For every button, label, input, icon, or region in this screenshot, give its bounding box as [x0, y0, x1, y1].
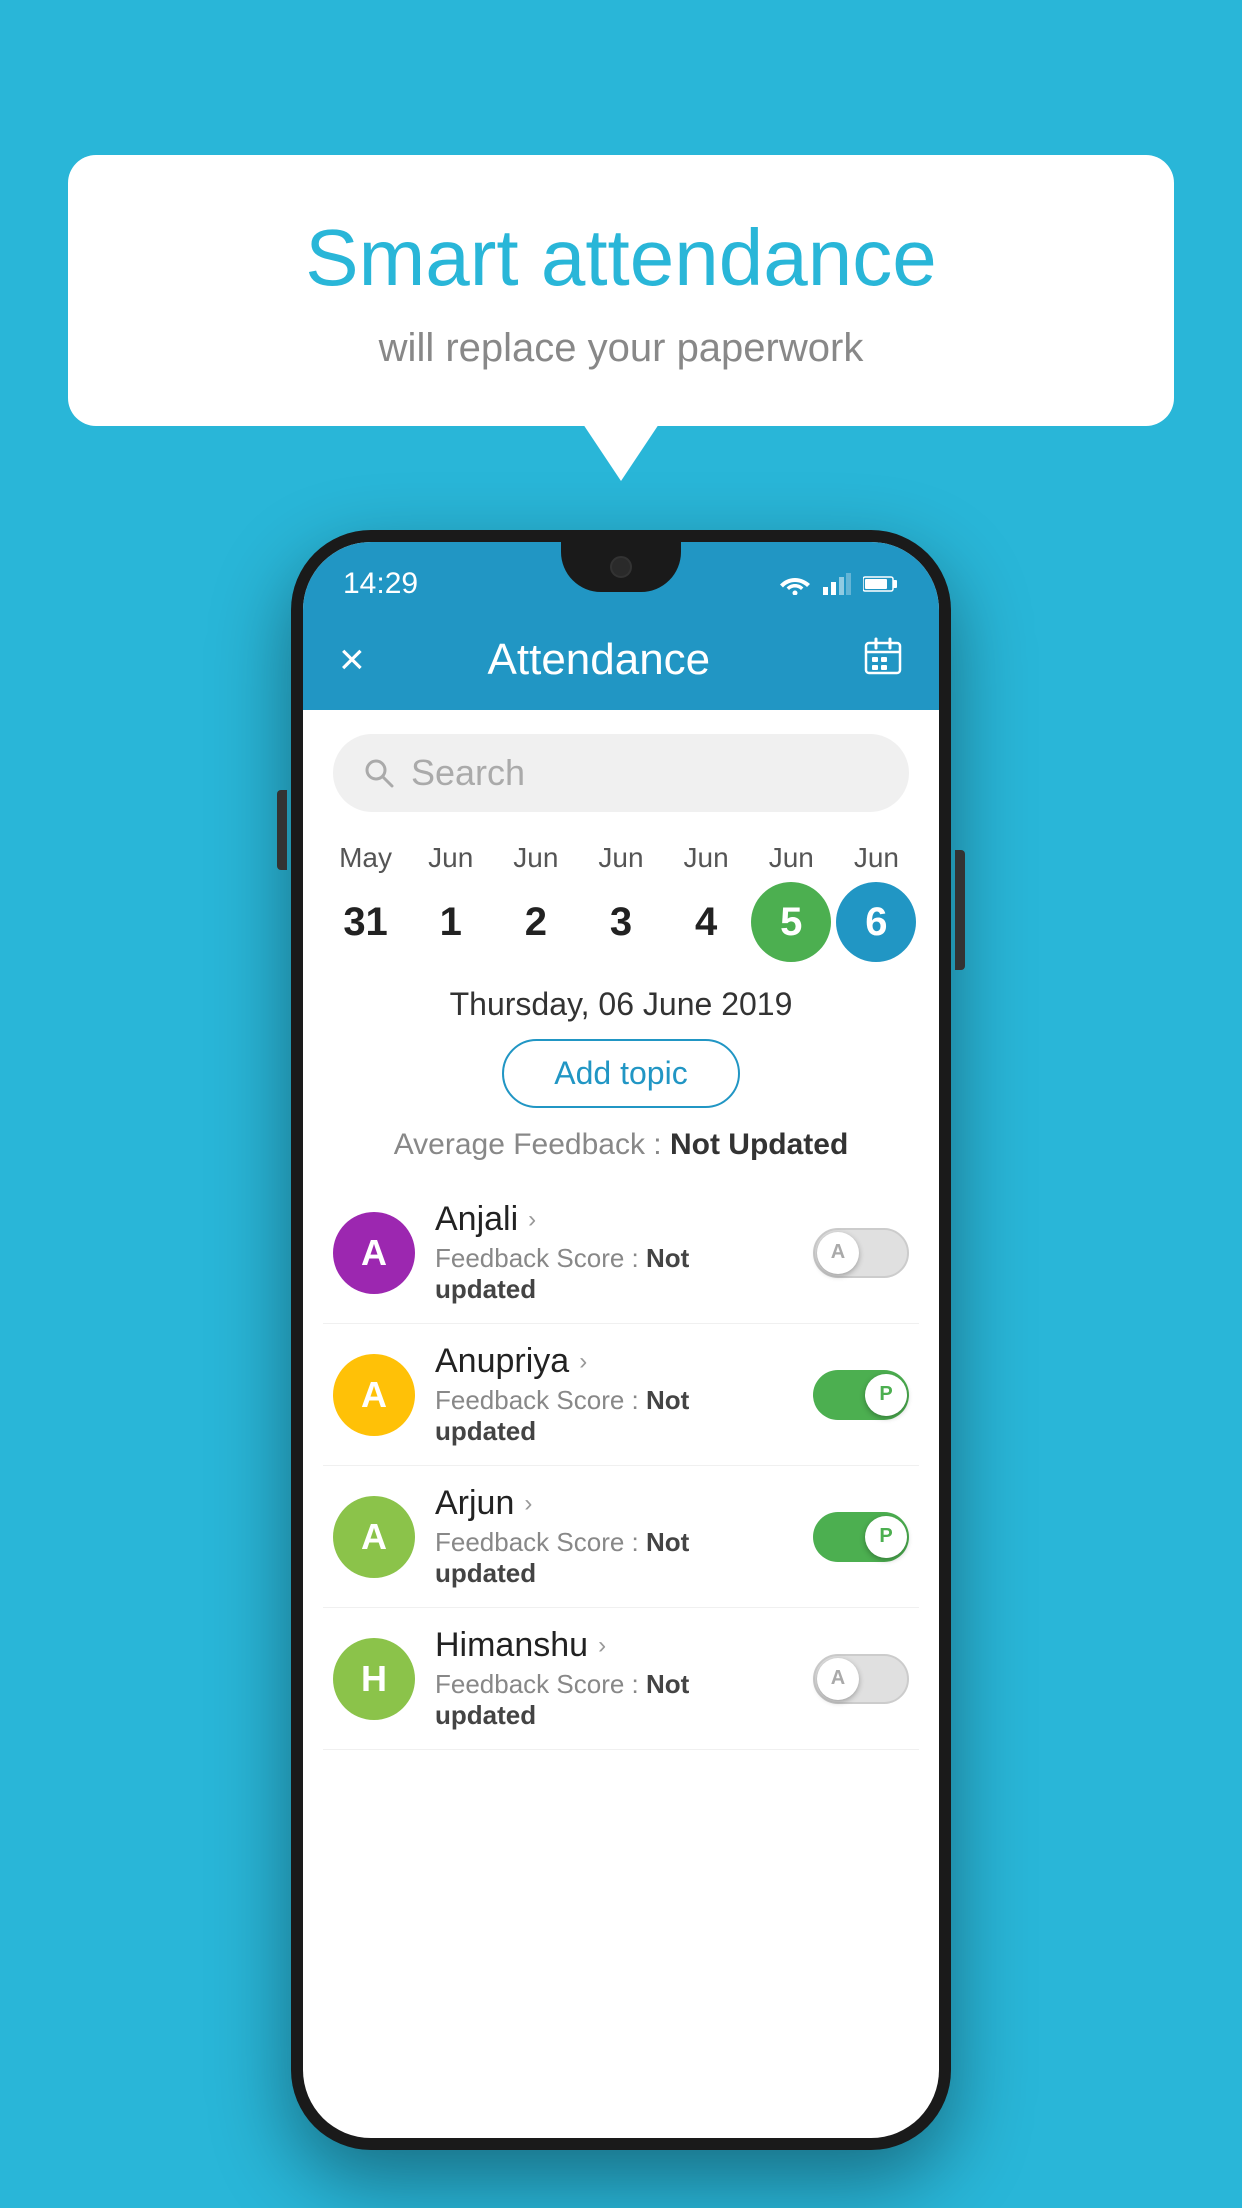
avatar-anjali: A [333, 1212, 415, 1294]
avg-feedback-label: Average Feedback : [394, 1128, 662, 1161]
date-5[interactable]: 5 [751, 882, 831, 962]
month-1: Jun [411, 842, 491, 874]
chevron-icon: › [528, 1206, 536, 1234]
calendar-row: May Jun Jun Jun Jun Jun Jun 31 1 2 3 4 5… [303, 832, 939, 962]
student-name-anjali[interactable]: Anjali › [435, 1200, 793, 1239]
toggle-thumb-himanshu: A [817, 1658, 859, 1700]
chevron-icon: › [524, 1490, 532, 1518]
avg-feedback: Average Feedback : Not Updated [303, 1128, 939, 1162]
month-5: Jun [751, 842, 831, 874]
student-info-anupriya: Anupriya › Feedback Score : Not updated [435, 1342, 793, 1447]
student-name-anupriya[interactable]: Anupriya › [435, 1342, 793, 1381]
student-item-himanshu: H Himanshu › Feedback Score : Not update… [323, 1608, 919, 1750]
selected-date-label: Thursday, 06 June 2019 [303, 986, 939, 1023]
battery-icon [863, 575, 899, 593]
student-list: A Anjali › Feedback Score : Not updated … [303, 1182, 939, 1750]
date-4[interactable]: 4 [666, 882, 746, 962]
search-bar[interactable]: Search [333, 734, 909, 812]
toggle-switch-anupriya[interactable]: P [813, 1370, 909, 1420]
toggle-thumb-anupriya: P [865, 1374, 907, 1416]
toggle-thumb-anjali: A [817, 1232, 859, 1274]
avatar-anupriya: A [333, 1354, 415, 1436]
calendar-dates: 31 1 2 3 4 5 6 [323, 882, 919, 962]
calendar-icon[interactable] [863, 636, 903, 685]
signal-icon [823, 573, 851, 595]
chevron-icon: › [598, 1632, 606, 1660]
volume-button [277, 790, 287, 870]
month-0: May [326, 842, 406, 874]
date-6[interactable]: 6 [836, 882, 916, 962]
status-time: 14:29 [343, 567, 418, 601]
toggle-thumb-arjun: P [865, 1516, 907, 1558]
toggle-himanshu[interactable]: A [813, 1654, 909, 1704]
speech-bubble-container: Smart attendance will replace your paper… [68, 155, 1174, 426]
phone-screen: 14:29 [303, 542, 939, 2138]
student-item-anjali: A Anjali › Feedback Score : Not updated … [323, 1182, 919, 1324]
student-feedback-anupriya: Feedback Score : Not updated [435, 1385, 793, 1447]
app-header: × Attendance [303, 610, 939, 710]
date-31[interactable]: 31 [326, 882, 406, 962]
avatar-arjun: A [333, 1496, 415, 1578]
front-camera [610, 556, 632, 578]
student-feedback-arjun: Feedback Score : Not updated [435, 1527, 793, 1589]
status-icons [779, 573, 899, 595]
phone-notch [561, 542, 681, 592]
date-1[interactable]: 1 [411, 882, 491, 962]
toggle-switch-anjali[interactable]: A [813, 1228, 909, 1278]
search-placeholder: Search [411, 752, 525, 794]
toggle-arjun[interactable]: P [813, 1512, 909, 1562]
calendar-months: May Jun Jun Jun Jun Jun Jun [323, 842, 919, 874]
student-feedback-anjali: Feedback Score : Not updated [435, 1243, 793, 1305]
avg-feedback-value: Not Updated [670, 1128, 848, 1161]
student-name-arjun[interactable]: Arjun › [435, 1484, 793, 1523]
add-topic-button[interactable]: Add topic [502, 1039, 739, 1108]
avatar-himanshu: H [333, 1638, 415, 1720]
month-3: Jun [581, 842, 661, 874]
chevron-icon: › [579, 1348, 587, 1376]
toggle-switch-arjun[interactable]: P [813, 1512, 909, 1562]
date-3[interactable]: 3 [581, 882, 661, 962]
student-info-anjali: Anjali › Feedback Score : Not updated [435, 1200, 793, 1305]
student-feedback-himanshu: Feedback Score : Not updated [435, 1669, 793, 1731]
search-icon [363, 757, 395, 789]
speech-bubble: Smart attendance will replace your paper… [68, 155, 1174, 426]
speech-bubble-title: Smart attendance [128, 210, 1114, 306]
month-2: Jun [496, 842, 576, 874]
wifi-icon [779, 573, 811, 595]
student-item-arjun: A Arjun › Feedback Score : Not updated P [323, 1466, 919, 1608]
toggle-switch-himanshu[interactable]: A [813, 1654, 909, 1704]
month-4: Jun [666, 842, 746, 874]
month-6: Jun [836, 842, 916, 874]
toggle-anjali[interactable]: A [813, 1228, 909, 1278]
student-info-arjun: Arjun › Feedback Score : Not updated [435, 1484, 793, 1589]
toggle-anupriya[interactable]: P [813, 1370, 909, 1420]
date-2[interactable]: 2 [496, 882, 576, 962]
student-name-himanshu[interactable]: Himanshu › [435, 1626, 793, 1665]
phone-frame: 14:29 [291, 530, 951, 2150]
speech-bubble-subtitle: will replace your paperwork [128, 326, 1114, 371]
student-item-anupriya: A Anupriya › Feedback Score : Not update… [323, 1324, 919, 1466]
power-button [955, 850, 965, 970]
page-title: Attendance [335, 635, 863, 685]
student-info-himanshu: Himanshu › Feedback Score : Not updated [435, 1626, 793, 1731]
